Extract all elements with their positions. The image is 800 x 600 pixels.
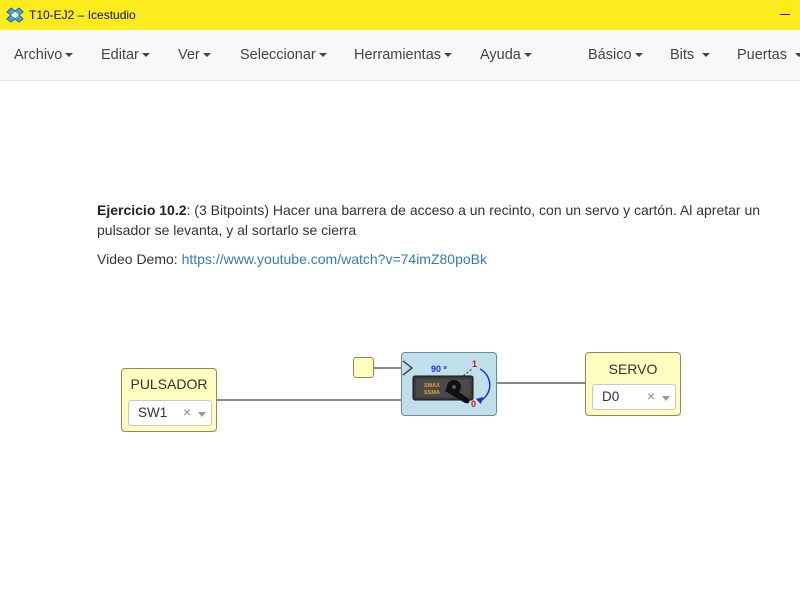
menu-archivo[interactable]: Archivo [14, 30, 74, 80]
caret-down-icon [523, 53, 532, 57]
menu-label: Archivo [14, 47, 63, 63]
clear-icon[interactable]: × [183, 404, 191, 420]
menu-ayuda[interactable]: Ayuda [480, 30, 532, 80]
select-caret-icon[interactable] [198, 412, 206, 417]
menu-bar: Archivo Editar Ver Seleccionar Herramien… [0, 30, 800, 81]
minimize-button[interactable] [768, 0, 800, 30]
clear-icon[interactable]: × [647, 388, 655, 404]
menu-label: Seleccionar [240, 47, 316, 63]
icestudio-logo-icon [6, 7, 24, 23]
exercise-text: : (3 Bitpoints) Hacer una barrera de acc… [97, 202, 761, 238]
exercise-title: Ejercicio 10.2 [97, 202, 187, 218]
menu-label: Ver [178, 47, 200, 63]
servo-angle-label: 90 º [431, 364, 448, 374]
caret-down-icon [318, 53, 327, 57]
menu-seleccionar[interactable]: Seleccionar [240, 30, 327, 80]
wires [217, 367, 586, 401]
menu-bits[interactable]: Bits [670, 30, 711, 80]
pin-value: SW1 [138, 405, 168, 420]
pin-select[interactable]: SW1 × [128, 400, 212, 426]
pin-value: D0 [602, 389, 620, 404]
servo-graphic: 90 º 1 0 SMAX SSMA [402, 359, 491, 409]
servo-chip-label-1: SMAX [424, 383, 440, 389]
block-title: PULSADOR [130, 376, 208, 392]
caret-down-icon [65, 53, 74, 57]
servo-arc-arrowhead [476, 397, 483, 404]
caret-down-icon [794, 53, 800, 57]
caret-down-icon [444, 53, 453, 57]
output-block-servo[interactable]: SERVO D0 × [585, 352, 681, 416]
menu-ver[interactable]: Ver [178, 30, 211, 80]
servo-pos-1-label: 1 [472, 359, 477, 369]
menu-label: Ayuda [480, 47, 521, 63]
menu-herramientas[interactable]: Herramientas [354, 30, 453, 80]
servo-pos-0-label: 0 [471, 399, 476, 409]
video-demo-line: Video Demo: https://www.youtube.com/watc… [97, 251, 487, 267]
servo-horn-tip [464, 398, 470, 404]
caret-down-icon [141, 53, 150, 57]
caret-down-icon [702, 53, 711, 57]
menu-label: Herramientas [354, 47, 442, 63]
video-label: Video Demo: [97, 251, 182, 267]
pin-select[interactable]: D0 × [592, 384, 676, 410]
servo-hub-center [452, 385, 456, 389]
servo-block[interactable]: 90 º 1 0 SMAX SSMA [401, 352, 497, 416]
menu-basico[interactable]: Básico [588, 30, 643, 80]
video-link[interactable]: https://www.youtube.com/watch?v=74imZ80p… [182, 251, 487, 267]
menu-editar[interactable]: Editar [101, 30, 150, 80]
menu-puertas[interactable]: Puertas [737, 30, 800, 80]
servo-arc-arrow [479, 368, 491, 402]
menu-label: Puertas [737, 47, 787, 63]
constant-block[interactable] [353, 357, 374, 378]
menu-label: Básico [588, 47, 632, 63]
input-block-pulsador[interactable]: PULSADOR SW1 × [121, 368, 217, 432]
exercise-description: Ejercicio 10.2: (3 Bitpoints) Hacer una … [97, 200, 787, 240]
window-title: T10-EJ2 – Icestudio [29, 8, 136, 22]
menu-label: Editar [101, 47, 139, 63]
clock-input-marker [402, 360, 414, 376]
servo-chip-label-2: SSMA [424, 390, 440, 396]
select-caret-icon[interactable] [662, 396, 670, 401]
block-title: SERVO [608, 361, 658, 377]
menu-label: Bits [670, 47, 695, 63]
title-bar: T10-EJ2 – Icestudio [0, 0, 800, 30]
caret-down-icon [202, 53, 211, 57]
caret-down-icon [634, 53, 643, 57]
